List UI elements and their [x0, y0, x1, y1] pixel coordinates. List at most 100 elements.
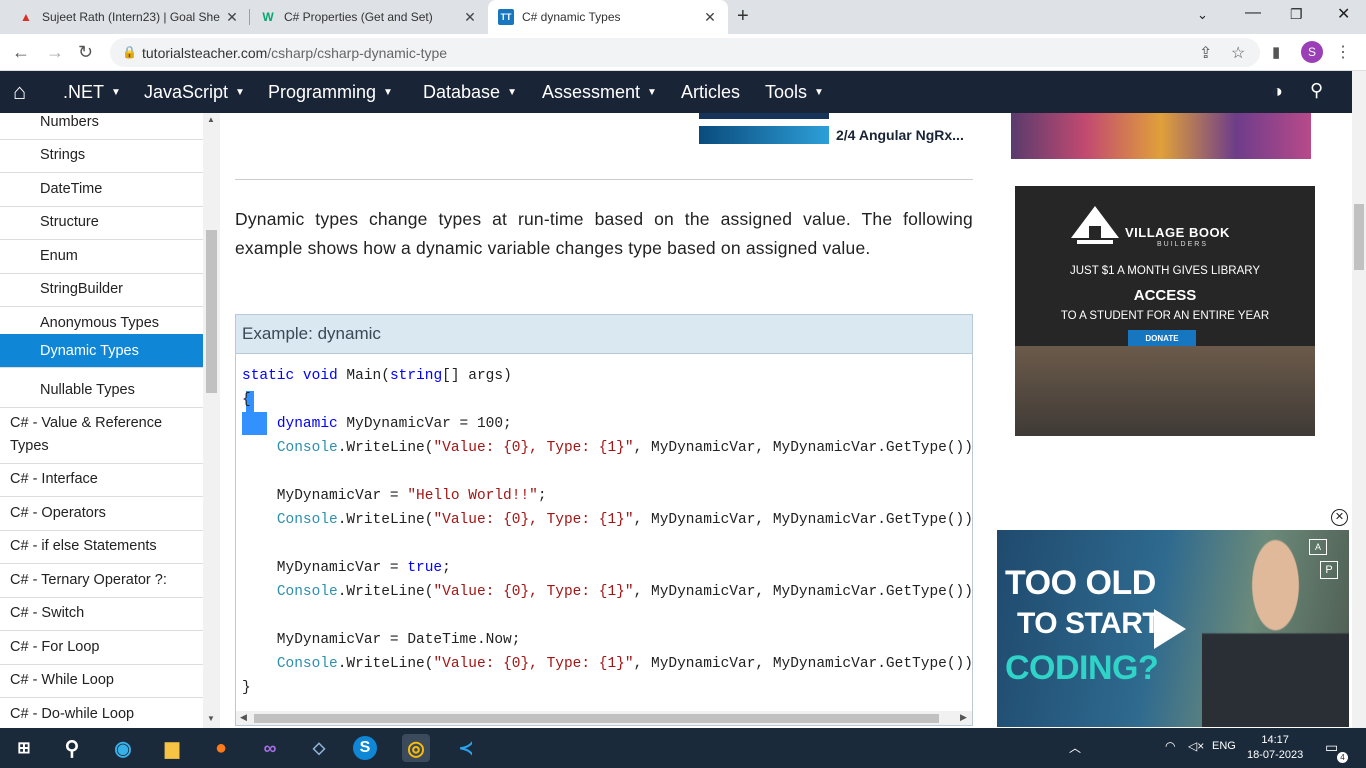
course-thumbnail[interactable]	[699, 126, 829, 144]
side-panel-icon[interactable]: ▮	[1272, 43, 1280, 61]
tab-csharp-dynamic-types[interactable]: TT C# dynamic Types ✕	[488, 0, 728, 34]
tab-title: C# dynamic Types	[522, 10, 621, 24]
lock-icon[interactable]: 🔒	[122, 45, 137, 59]
scroll-right-icon[interactable]: ▶	[960, 712, 967, 723]
language-indicator[interactable]: ENG	[1212, 740, 1236, 752]
nav-assessment[interactable]: Assessment ▼	[542, 82, 657, 103]
new-tab-icon[interactable]: +	[737, 5, 749, 28]
windows-start-icon[interactable]: ⊞	[10, 734, 38, 762]
volume-icon[interactable]: ◁×	[1188, 739, 1204, 753]
sidebar: Numbers Strings DateTime Structure Enum …	[0, 113, 203, 728]
nav-programming[interactable]: Programming ▼	[268, 82, 393, 103]
course-thumbnail-top[interactable]	[699, 113, 829, 119]
profile-avatar[interactable]: S	[1301, 41, 1323, 63]
sidebar-item-dynamic-types[interactable]: Dynamic Types	[0, 334, 203, 368]
code-horizontal-scrollbar[interactable]: ◀ ▶	[236, 711, 972, 725]
code-line: {	[242, 392, 251, 408]
scroll-down-icon[interactable]: ▼	[207, 714, 215, 723]
sidebar-item-interface[interactable]: C# - Interface	[0, 463, 203, 497]
chrome-icon[interactable]: ◎	[402, 734, 430, 762]
code-line: dynamic MyDynamicVar = 100;	[276, 416, 512, 432]
sidebar-item-numbers[interactable]: Numbers	[0, 113, 203, 140]
sidebar-item-for-loop[interactable]: C# - For Loop	[0, 631, 203, 665]
nav-javascript[interactable]: JavaScript ▼	[144, 82, 245, 103]
nav-label: Programming	[268, 82, 377, 102]
sidebar-item-do-while-loop[interactable]: C# - Do-while Loop	[0, 698, 203, 728]
page-scrollbar[interactable]	[1352, 71, 1366, 728]
file-explorer-icon[interactable]: ▆	[158, 734, 186, 762]
code-block[interactable]: static void Main(string[] args) { dynami…	[236, 355, 972, 711]
play-icon[interactable]	[1154, 609, 1186, 649]
close-video-icon[interactable]: ✕	[1331, 509, 1348, 526]
nav-articles[interactable]: Articles	[681, 82, 740, 103]
minimize-icon[interactable]: —	[1245, 4, 1261, 22]
code-scroll-thumb[interactable]	[254, 714, 939, 723]
sidebar-item-value-reference-types[interactable]: C# - Value & Reference Types	[0, 407, 203, 464]
browser-menu-icon[interactable]: ⋮	[1335, 42, 1351, 62]
tray-overflow-icon[interactable]: ︿	[1069, 739, 1081, 756]
vbb-brand-sub: BUILDERS	[1157, 241, 1209, 248]
firefox-icon[interactable]: ●	[207, 734, 235, 762]
restore-icon[interactable]: ❐	[1290, 6, 1303, 23]
pip-icon[interactable]: P	[1320, 561, 1338, 579]
sidebar-scroll-thumb[interactable]	[206, 230, 217, 393]
url-text[interactable]: tutorialsteacher.com/csharp/csharp-dynam…	[142, 45, 447, 61]
sidebar-item-structure[interactable]: Structure	[0, 206, 203, 240]
theme-toggle-icon[interactable]: ◑	[1272, 81, 1283, 102]
sidebar-item-strings[interactable]: Strings	[0, 139, 203, 173]
visual-studio-icon[interactable]: ∞	[256, 734, 284, 762]
sidebar-item-switch[interactable]: C# - Switch	[0, 597, 203, 631]
network-icon[interactable]: ◠	[1165, 739, 1175, 753]
sidebar-item-nullable-types[interactable]: Nullable Types	[0, 374, 203, 408]
url-path: /csharp/csharp-dynamic-type	[267, 45, 448, 61]
caret-down-icon: ▼	[235, 87, 245, 98]
donate-button[interactable]: DONATE	[1128, 330, 1196, 347]
skype-icon[interactable]: S	[353, 736, 377, 760]
nav-dotnet[interactable]: .NET ▼	[63, 82, 121, 103]
ad-photo-banner[interactable]	[1011, 113, 1311, 159]
close-window-icon[interactable]: ✕	[1337, 4, 1350, 24]
back-icon[interactable]: ←	[12, 42, 30, 63]
reload-icon[interactable]: ↻	[78, 42, 93, 63]
sql-server-icon[interactable]: ◇	[305, 734, 333, 762]
clock[interactable]: 14:17 18-07-2023	[1247, 733, 1303, 763]
sidebar-item-if-else[interactable]: C# - if else Statements	[0, 530, 203, 564]
edge-icon[interactable]: ◉	[109, 734, 137, 762]
tab-goal-sheet[interactable]: ▲ Sujeet Rath (Intern23) | Goal She ✕	[8, 0, 250, 34]
address-bar[interactable]: 🔒 tutorialsteacher.com/csharp/csharp-dyn…	[110, 38, 1260, 67]
village-book-builders-ad[interactable]: VILLAGE BOOK BUILDERS JUST $1 A MONTH GI…	[1015, 186, 1315, 436]
home-icon[interactable]: ⌂	[13, 79, 26, 105]
share-icon[interactable]: ⇪	[1199, 43, 1212, 63]
ad-badge-icon[interactable]: A	[1309, 539, 1327, 555]
notifications-icon[interactable]: ▭	[1325, 739, 1338, 756]
sidebar-item-while-loop[interactable]: C# - While Loop	[0, 664, 203, 698]
bookmark-star-icon[interactable]: ☆	[1231, 43, 1245, 63]
notification-count-badge: 4	[1337, 752, 1348, 763]
nav-label: .NET	[63, 82, 105, 102]
close-tab-icon[interactable]: ✕	[224, 9, 240, 26]
tab-search-icon[interactable]: ⌄	[1197, 7, 1208, 23]
nav-tools[interactable]: Tools ▼	[765, 82, 824, 103]
nav-database[interactable]: Database ▼	[423, 82, 517, 103]
sidebar-item-enum[interactable]: Enum	[0, 240, 203, 274]
sidebar-item-operators[interactable]: C# - Operators	[0, 497, 203, 531]
taskbar-search-icon[interactable]: ⚲	[58, 734, 86, 762]
scroll-left-icon[interactable]: ◀	[240, 712, 247, 723]
sidebar-item-datetime[interactable]: DateTime	[0, 173, 203, 207]
sidebar-scrollbar[interactable]: ▲ ▼	[203, 113, 220, 728]
video-player[interactable]: TOO OLD TO START CODING? A P	[997, 530, 1349, 727]
vbb-brand: VILLAGE BOOK	[1125, 225, 1230, 240]
course-title-link[interactable]: 2/4 Angular NgRx...	[836, 127, 964, 143]
tab-csharp-properties[interactable]: W C# Properties (Get and Set) ✕	[250, 0, 488, 34]
vscode-icon[interactable]: ≺	[452, 734, 480, 762]
close-tab-icon[interactable]: ✕	[462, 9, 478, 26]
page-scroll-thumb[interactable]	[1354, 204, 1364, 270]
sidebar-item-stringbuilder[interactable]: StringBuilder	[0, 273, 203, 307]
search-icon[interactable]: ⚲	[1310, 80, 1323, 101]
w3schools-icon: W	[262, 10, 274, 24]
forward-icon[interactable]: →	[46, 42, 64, 63]
scroll-up-icon[interactable]: ▲	[207, 115, 215, 124]
sidebar-item-ternary-operator[interactable]: C# - Ternary Operator ?:	[0, 564, 203, 598]
close-tab-icon[interactable]: ✕	[702, 9, 718, 26]
clock-date: 18-07-2023	[1247, 749, 1304, 761]
